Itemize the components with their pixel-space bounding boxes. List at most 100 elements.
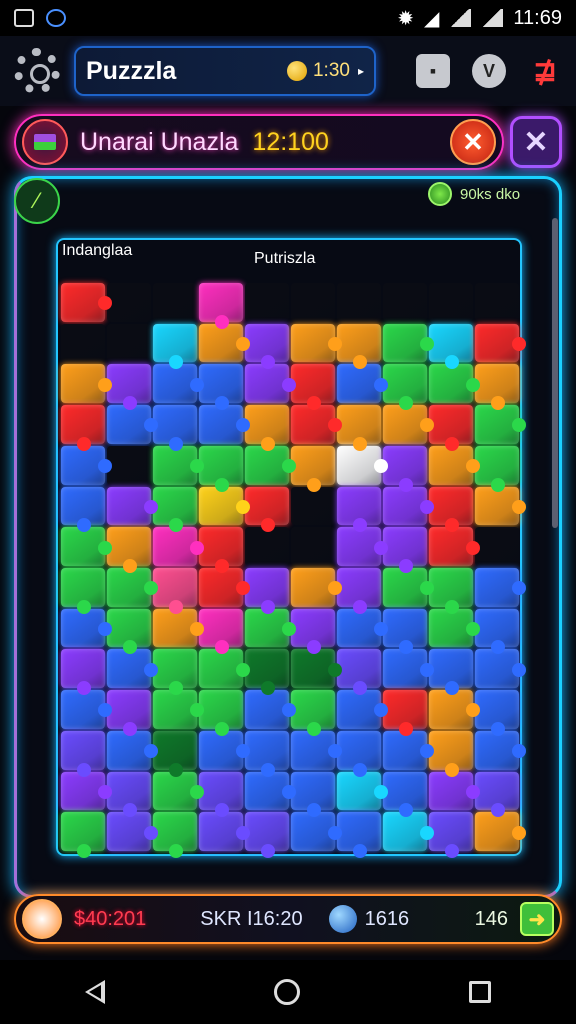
puzzle-piece[interactable] [475, 608, 519, 655]
puzzle-piece[interactable] [245, 608, 296, 648]
puzzle-piece[interactable] [337, 283, 381, 322]
puzzle-piece[interactable] [475, 527, 519, 566]
puzzle-piece[interactable] [291, 649, 342, 689]
puzzle-piece[interactable] [61, 690, 112, 729]
puzzle-piece[interactable] [429, 486, 473, 533]
puzzle-piece[interactable] [245, 649, 289, 696]
puzzle-piece[interactable] [61, 608, 112, 648]
puzzle-piece[interactable] [61, 649, 105, 696]
puzzle-piece[interactable] [337, 445, 388, 485]
next-arrow-button[interactable]: ➜ [520, 902, 554, 936]
puzzle-piece[interactable] [337, 527, 388, 566]
puzzle-piece[interactable] [429, 405, 473, 451]
puzzle-piece[interactable] [429, 690, 480, 729]
puzzle-piece[interactable] [245, 812, 289, 858]
puzzle-piece[interactable] [383, 405, 434, 444]
puzzle-piece[interactable] [245, 323, 289, 370]
app-title-pill[interactable]: Puzzzla 1:30 ▸ [74, 46, 376, 96]
home-icon[interactable] [273, 979, 300, 1005]
puzzle-piece[interactable] [383, 608, 427, 655]
puzzle-piece[interactable] [291, 608, 335, 655]
puzzle-piece[interactable] [245, 771, 296, 811]
puzzle-piece[interactable] [383, 486, 434, 526]
puzzle-piece[interactable] [245, 568, 289, 614]
puzzle-piece[interactable] [199, 608, 243, 655]
puzzle-piece[interactable] [291, 690, 335, 736]
puzzle-piece[interactable] [291, 323, 342, 363]
puzzle-piece[interactable] [337, 771, 388, 811]
puzzle-piece[interactable] [245, 527, 289, 566]
puzzle-piece[interactable] [475, 364, 519, 411]
puzzle-piece[interactable] [475, 283, 519, 322]
gear-icon[interactable] [14, 48, 60, 94]
puzzle-piece[interactable] [153, 405, 197, 451]
puzzle-piece[interactable] [429, 812, 473, 858]
puzzle-piece[interactable] [107, 405, 158, 444]
puzzle-piece[interactable] [429, 730, 473, 777]
puzzle-piece[interactable] [199, 771, 243, 818]
puzzle-piece[interactable] [107, 771, 151, 818]
puzzle-piece[interactable] [245, 283, 289, 322]
puzzle-piece[interactable] [153, 323, 197, 370]
puzzle-piece[interactable] [153, 283, 197, 322]
puzzle-piece[interactable] [245, 486, 289, 533]
gem-icon[interactable] [22, 899, 62, 939]
puzzle-piece[interactable] [199, 568, 250, 607]
puzzle-piece[interactable] [383, 649, 434, 689]
puzzle-piece[interactable] [337, 364, 388, 404]
puzzle-piece[interactable] [107, 445, 151, 485]
puzzle-piece[interactable] [291, 364, 335, 411]
puzzle-piece[interactable] [199, 405, 250, 444]
puzzle-piece[interactable] [429, 608, 480, 648]
puzzle-piece[interactable] [475, 568, 526, 607]
puzzle-piece[interactable] [245, 405, 289, 451]
puzzle-piece[interactable] [383, 445, 427, 492]
puzzle-piece[interactable] [475, 690, 519, 736]
puzzle-piece[interactable] [291, 568, 342, 607]
puzzle-piece[interactable] [245, 690, 296, 729]
puzzle-piece[interactable] [383, 568, 434, 607]
puzzle-piece[interactable] [107, 608, 151, 655]
puzzle-piece[interactable] [199, 364, 243, 411]
puzzle-piece[interactable] [337, 568, 381, 614]
puzzle-piece[interactable] [245, 364, 296, 404]
puzzle-piece[interactable] [383, 690, 427, 736]
puzzle-piece[interactable] [153, 486, 197, 533]
puzzle-piece[interactable] [61, 486, 105, 533]
puzzle-piece[interactable] [153, 527, 204, 566]
puzzle-piece[interactable] [475, 649, 526, 689]
puzzle-piece[interactable] [107, 649, 158, 689]
puzzle-piece[interactable] [337, 608, 388, 648]
puzzle-piece[interactable] [61, 568, 105, 614]
puzzle-piece[interactable] [61, 364, 112, 404]
back-icon[interactable] [84, 980, 105, 1004]
puzzle-piece[interactable] [153, 649, 197, 696]
puzzle-piece[interactable] [383, 323, 434, 363]
puzzle-piece[interactable] [107, 364, 151, 411]
puzzle-piece[interactable] [291, 771, 335, 818]
puzzle-piece[interactable] [107, 283, 151, 322]
puzzle-piece[interactable] [153, 730, 197, 777]
puzzle-piece[interactable] [153, 608, 204, 648]
puzzle-piece[interactable] [153, 445, 204, 485]
puzzle-piece[interactable] [153, 771, 204, 811]
puzzle-piece[interactable] [383, 771, 427, 818]
puzzle-piece[interactable] [199, 527, 243, 573]
puzzle-piece[interactable] [107, 690, 151, 736]
puzzle-piece[interactable] [107, 568, 158, 607]
puzzle-piece[interactable] [153, 568, 197, 614]
puzzle-piece[interactable] [429, 649, 473, 696]
puzzle-piece[interactable] [199, 812, 250, 851]
camera-icon[interactable]: ▪ [416, 54, 450, 88]
puzzle-piece[interactable] [61, 771, 112, 811]
puzzle-piece[interactable] [429, 445, 480, 485]
puzzle-piece[interactable] [199, 445, 243, 492]
puzzle-piece[interactable] [475, 730, 526, 770]
puzzle-piece[interactable] [337, 486, 381, 533]
puzzle-piece[interactable] [475, 486, 526, 526]
puzzle-piece[interactable] [153, 364, 204, 404]
puzzle-piece[interactable] [291, 527, 335, 566]
puzzle-piece[interactable] [337, 690, 388, 729]
puzzle-piece[interactable] [429, 364, 480, 404]
puzzle-piece[interactable] [383, 730, 434, 770]
